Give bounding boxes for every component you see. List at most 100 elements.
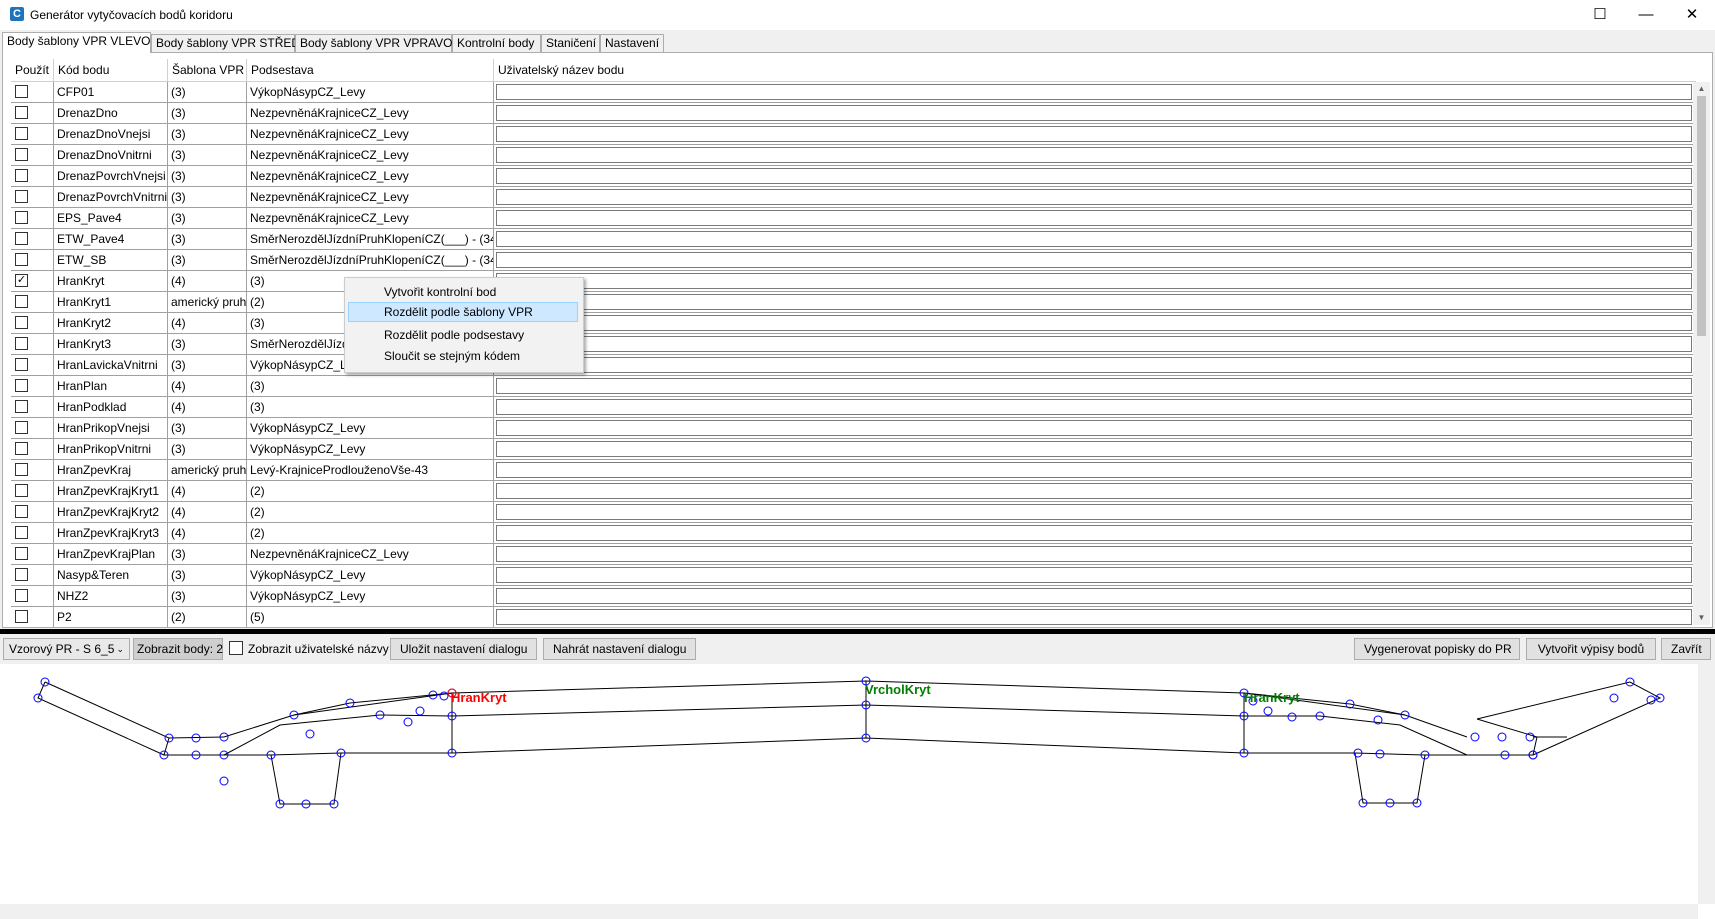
show-user-names-label[interactable]: Zobrazit uživatelské názvy xyxy=(248,642,389,656)
use-checkbox[interactable] xyxy=(15,316,28,329)
table-row[interactable]: ✓ HranKryt (4) (3) xyxy=(11,271,1696,292)
use-checkbox[interactable] xyxy=(15,463,28,476)
table-row[interactable]: ETW_SB (3) SměrNerozdělJízdníPruhKlopeníCZ… xyxy=(11,250,1696,271)
table-row[interactable]: HranZpevKrajKryt2 (4) (2) xyxy=(11,502,1696,523)
use-checkbox[interactable] xyxy=(15,589,28,602)
save-settings-button[interactable]: Uložit nastavení dialogu xyxy=(390,638,537,660)
scroll-thumb[interactable] xyxy=(1697,96,1706,336)
user-name-input[interactable] xyxy=(496,336,1692,352)
preview-vertical-scrollbar[interactable] xyxy=(1698,664,1715,904)
user-name-input[interactable] xyxy=(496,126,1692,142)
use-checkbox[interactable] xyxy=(15,442,28,455)
table-row[interactable]: HranPrikopVnejsi (3) VýkopNásypCZ_Levy xyxy=(11,418,1696,439)
use-checkbox[interactable] xyxy=(15,526,28,539)
menu-item-split-by-subassembly[interactable]: Rozdělit podle podsestavy xyxy=(348,325,578,345)
table-row[interactable]: ETW_Pave4 (3) SměrNerozdělJízdníPruhKlopen… xyxy=(11,229,1696,250)
maximize-button[interactable]: ☐ xyxy=(1577,0,1623,30)
use-checkbox[interactable] xyxy=(15,505,28,518)
scroll-down-icon[interactable]: ▼ xyxy=(1693,611,1710,625)
close-dialog-button[interactable]: Zavřít xyxy=(1661,638,1711,660)
table-row[interactable]: DrenazDnoVnejsi (3) NezpevněnáKrajniceCZ_L… xyxy=(11,124,1696,145)
use-checkbox[interactable] xyxy=(15,253,28,266)
table-row[interactable]: HranZpevKrajPlan (3) NezpevněnáKrajniceCZ_… xyxy=(11,544,1696,565)
use-checkbox[interactable] xyxy=(15,610,28,623)
table-row[interactable]: P2 (2) (5) xyxy=(11,607,1696,627)
user-name-input[interactable] xyxy=(496,546,1692,562)
load-settings-button[interactable]: Nahrát nastavení dialogu xyxy=(543,638,696,660)
user-name-input[interactable] xyxy=(496,294,1692,310)
preview-horizontal-scrollbar[interactable] xyxy=(0,904,1698,919)
use-checkbox[interactable] xyxy=(15,337,28,350)
use-checkbox[interactable] xyxy=(15,211,28,224)
grid-vertical-scrollbar[interactable]: ▲ ▼ xyxy=(1693,82,1710,625)
use-checkbox[interactable] xyxy=(15,379,28,392)
col-header-subassembly[interactable]: Podsestava xyxy=(247,59,494,81)
use-checkbox[interactable] xyxy=(15,568,28,581)
user-name-input[interactable] xyxy=(496,525,1692,541)
show-points-button[interactable]: Zobrazit body: 2 xyxy=(133,638,223,660)
col-header-template[interactable]: Šablona VPR xyxy=(168,59,247,81)
minimize-button[interactable]: — xyxy=(1623,0,1669,30)
tab-control-points[interactable]: Kontrolní body xyxy=(452,34,541,52)
tab-right[interactable]: Body šablony VPR VPRAVO xyxy=(295,34,453,52)
tab-center[interactable]: Body šablony VPR STŘED xyxy=(151,34,300,52)
use-checkbox[interactable] xyxy=(15,106,28,119)
tab-settings[interactable]: Nastavení xyxy=(600,34,664,52)
table-row[interactable]: HranPodklad (4) (3) xyxy=(11,397,1696,418)
use-checkbox[interactable] xyxy=(15,358,28,371)
user-name-input[interactable] xyxy=(496,273,1692,289)
user-name-input[interactable] xyxy=(496,168,1692,184)
table-row[interactable]: HranLavickaVnitrni (3) VýkopNásypCZ_Levy xyxy=(11,355,1696,376)
user-name-input[interactable] xyxy=(496,378,1692,394)
user-name-input[interactable] xyxy=(496,105,1692,121)
user-name-input[interactable] xyxy=(496,441,1692,457)
menu-item-create-control-point[interactable]: Vytvořit kontrolní bod xyxy=(348,282,578,302)
use-checkbox[interactable] xyxy=(15,484,28,497)
user-name-input[interactable] xyxy=(496,420,1692,436)
user-name-input[interactable] xyxy=(496,357,1692,373)
use-checkbox[interactable] xyxy=(15,547,28,560)
user-name-input[interactable] xyxy=(496,231,1692,247)
scroll-up-icon[interactable]: ▲ xyxy=(1693,82,1710,96)
use-checkbox[interactable] xyxy=(15,232,28,245)
user-name-input[interactable] xyxy=(496,252,1692,268)
panel-splitter[interactable] xyxy=(0,629,1715,634)
user-name-input[interactable] xyxy=(496,399,1692,415)
user-name-input[interactable] xyxy=(496,609,1692,625)
user-name-input[interactable] xyxy=(496,210,1692,226)
user-name-input[interactable] xyxy=(496,504,1692,520)
table-row[interactable]: HranKryt3(3)SměrNerozdělJízdníPruhKlopen… xyxy=(11,334,1696,355)
table-row[interactable]: HranPlan (4) (3) xyxy=(11,376,1696,397)
table-row[interactable]: DrenazPovrchVnitrni (3) NezpevněnáKrajnice… xyxy=(11,187,1696,208)
user-name-input[interactable] xyxy=(496,567,1692,583)
menu-item-split-by-template[interactable]: Rozdělit podle šablony VPR xyxy=(348,302,578,322)
table-row[interactable]: EPS_Pave4 (3) NezpevněnáKrajniceCZ_Levy xyxy=(11,208,1696,229)
user-name-input[interactable] xyxy=(496,588,1692,604)
use-checkbox[interactable] xyxy=(15,85,28,98)
create-listings-button[interactable]: Vytvořit výpisy bodů xyxy=(1526,638,1656,660)
table-row[interactable]: DrenazDno (3) NezpevněnáKrajniceCZ_Levy xyxy=(11,103,1696,124)
use-checkbox[interactable] xyxy=(15,169,28,182)
menu-item-merge-same-code[interactable]: Sloučit se stejným kódem xyxy=(348,346,578,366)
user-name-input[interactable] xyxy=(496,147,1692,163)
table-row[interactable]: HranKryt1 americký pruh (2) xyxy=(11,292,1696,313)
use-checkbox[interactable] xyxy=(15,190,28,203)
table-row[interactable]: CFP01 (3) VýkopNásypCZ_Levy xyxy=(11,82,1696,103)
tab-left[interactable]: Body šablony VPR VLEVO xyxy=(2,32,151,53)
table-row[interactable]: HranKryt2 (4) (3) xyxy=(11,313,1696,334)
table-row[interactable]: HranZpevKrajKryt1 (4) (2) xyxy=(11,481,1696,502)
user-name-input[interactable] xyxy=(496,315,1692,331)
table-row[interactable]: HranZpevKraj americký pruh Levý-KrajnicePr… xyxy=(11,460,1696,481)
use-checkbox[interactable] xyxy=(15,295,28,308)
col-header-user-name[interactable]: Uživatelský název bodu xyxy=(494,59,1696,81)
col-header-use[interactable]: Použít xyxy=(11,59,54,81)
user-name-input[interactable] xyxy=(496,483,1692,499)
tab-stationing[interactable]: Staničení xyxy=(541,34,600,52)
use-checkbox[interactable] xyxy=(15,127,28,140)
col-header-code[interactable]: Kód bodu xyxy=(54,59,168,81)
user-name-input[interactable] xyxy=(496,84,1692,100)
user-name-input[interactable] xyxy=(496,462,1692,478)
use-checkbox[interactable]: ✓ xyxy=(15,274,28,287)
template-select[interactable]: Vzorový PR - S 6_5 ⌄ xyxy=(3,638,130,660)
show-user-names-checkbox[interactable] xyxy=(229,641,243,655)
